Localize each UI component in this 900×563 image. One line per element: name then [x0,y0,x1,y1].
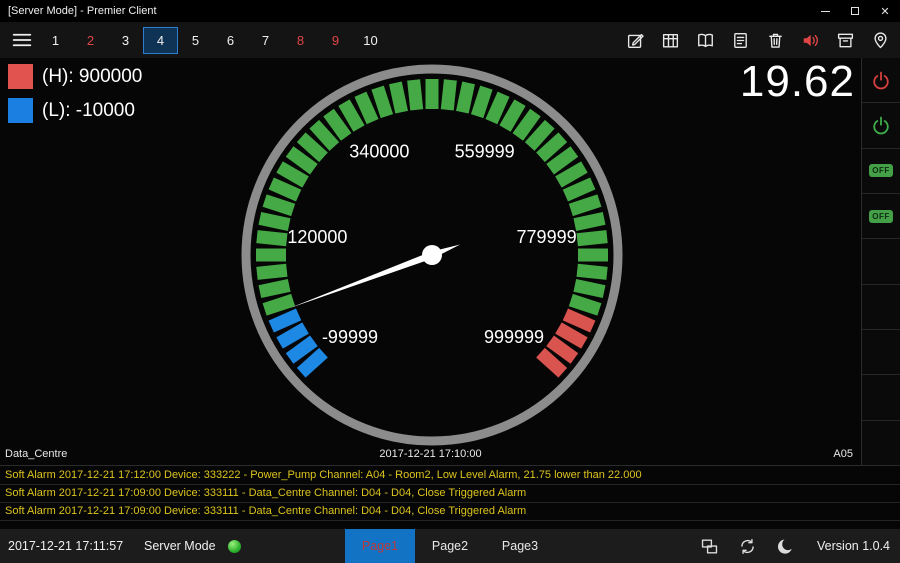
layout-icon[interactable] [700,537,719,556]
main-panel: (H): 900000 (L): -10000 19.62 -99999 1200… [0,58,861,466]
channel-label: A05 [833,448,853,460]
app-window: [Server Mode] - Premier Client ✕ 1234567… [0,0,900,563]
low-alarm-swatch [8,98,33,123]
right-sidebar: OFF OFF [861,58,900,466]
power-on-button[interactable] [862,103,900,148]
maximize-icon [851,7,859,15]
close-icon: ✕ [880,5,889,18]
svg-text:999999: 999999 [484,327,544,347]
page-button-2[interactable]: 2 [73,27,108,54]
switch-1-off-button[interactable]: OFF [862,149,900,194]
book-icon[interactable] [696,31,715,50]
page-button-4[interactable]: 4 [143,27,178,54]
alarm-legend: (H): 900000 (L): -10000 [8,64,142,132]
sidebar-empty-slot [862,285,900,330]
server-mode-label: Server Mode [144,539,216,553]
speaker-icon[interactable] [801,31,820,50]
page-button-1[interactable]: 1 [38,27,73,54]
alarm-list: Soft Alarm 2017-12-21 17:12:00 Device: 3… [0,467,900,521]
status-dot [228,540,241,553]
moon-icon[interactable] [776,537,795,556]
minimize-button[interactable] [810,0,840,22]
current-value-display: 19.62 [740,60,855,104]
edit-icon[interactable] [626,31,645,50]
svg-text:-99999: -99999 [322,327,378,347]
svg-text:559999: 559999 [455,142,515,162]
low-alarm-label: (L): -10000 [42,100,135,122]
close-button[interactable]: ✕ [870,0,900,22]
trash-icon[interactable] [766,31,785,50]
titlebar: [Server Mode] - Premier Client ✕ [0,0,900,22]
svg-text:340000: 340000 [349,142,409,162]
svg-text:120000: 120000 [287,227,347,247]
power-icon [871,115,891,135]
version-label: Version 1.0.4 [817,539,890,553]
page-button-6[interactable]: 6 [213,27,248,54]
high-alarm-label: (H): 900000 [42,66,142,88]
statusbar-icons-wrap [700,537,795,556]
alarm-row[interactable]: Soft Alarm 2017-12-21 17:12:00 Device: 3… [0,467,900,485]
power-off-button[interactable] [862,58,900,103]
minimize-icon [821,11,830,12]
note-icon[interactable] [731,31,750,50]
archive-icon[interactable] [836,31,855,50]
current-time: 2017-12-21 17:11:57 [0,539,132,553]
gauge: -99999 120000 340000 559999 779999 999999 [237,60,627,450]
toolbar: 12345678910 [0,22,900,58]
alarm-row[interactable]: Soft Alarm 2017-12-21 17:09:00 Device: 3… [0,485,900,503]
toggle-off-icon: OFF [869,164,893,177]
page-button-5[interactable]: 5 [178,27,213,54]
legend-low-row: (L): -10000 [8,98,142,123]
location-icon[interactable] [871,31,890,50]
toolbar-icons [626,31,890,50]
page-button-8[interactable]: 8 [283,27,318,54]
svg-text:779999: 779999 [517,227,577,247]
tab-page1[interactable]: Page1 [345,529,415,563]
tab-page2[interactable]: Page2 [415,529,485,563]
power-icon [871,70,891,90]
page-button-3[interactable]: 3 [108,27,143,54]
grid-icon[interactable] [661,31,680,50]
menu-button[interactable] [10,29,34,51]
page-button-10[interactable]: 10 [353,27,388,54]
sidebar-empty-slot [862,421,900,465]
statusbar: 2017-12-21 17:11:57 Server Mode Page1Pag… [0,529,900,563]
statusbar-tabs: Page1Page2Page3 [345,529,555,563]
sidebar-empty-slot [862,330,900,375]
toggle-off-icon: OFF [869,210,893,223]
gauge-footer: Data_Centre 2017-12-21 17:10:00 A05 [0,448,861,463]
page-button-7[interactable]: 7 [248,27,283,54]
sync-icon[interactable] [738,537,757,556]
statusbar-right: Version 1.0.4 [700,537,900,556]
switch-2-off-button[interactable]: OFF [862,194,900,239]
page-button-9[interactable]: 9 [318,27,353,54]
sidebar-empty-slot [862,375,900,420]
tab-page3[interactable]: Page3 [485,529,555,563]
window-title: [Server Mode] - Premier Client [0,5,157,17]
legend-high-row: (H): 900000 [8,64,142,89]
gauge-hub [422,245,442,265]
high-alarm-swatch [8,64,33,89]
alarm-row[interactable]: Soft Alarm 2017-12-21 17:09:00 Device: 3… [0,503,900,521]
sidebar-empty-slot [862,239,900,284]
reading-timestamp: 2017-12-21 17:10:00 [0,448,861,460]
maximize-button[interactable] [840,0,870,22]
gauge-labels: -99999 120000 340000 559999 779999 999999 [287,142,576,347]
window-controls: ✕ [810,0,900,22]
page-selector: 12345678910 [38,27,388,54]
